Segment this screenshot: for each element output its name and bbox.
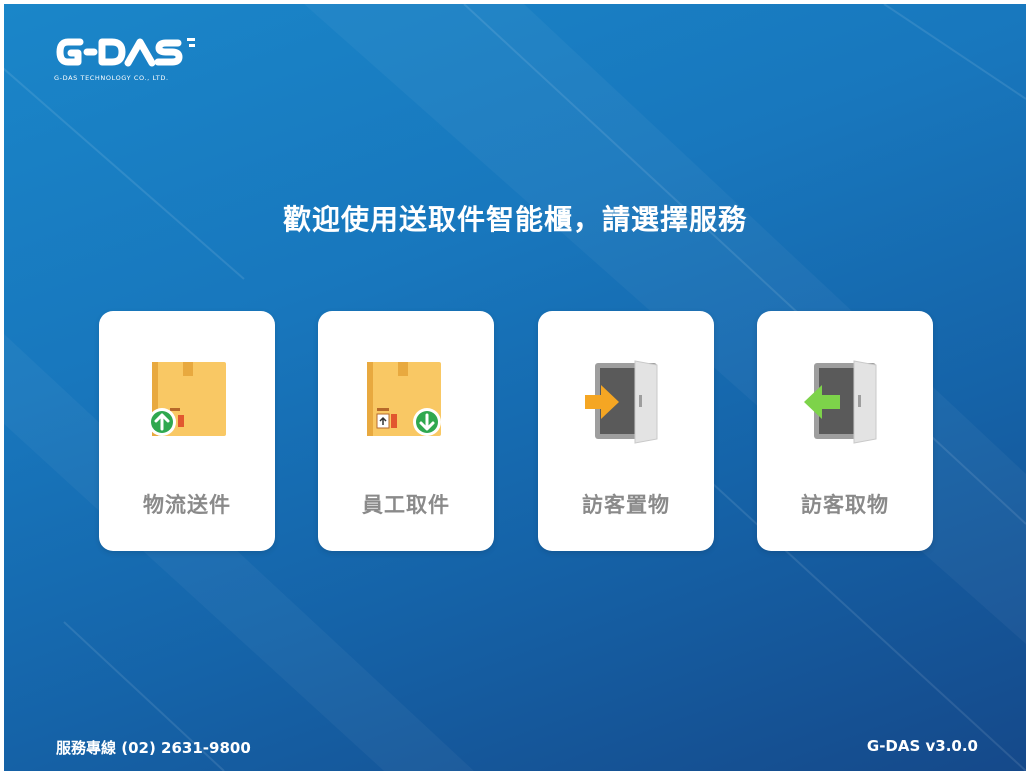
service-card-label: 訪客取物 — [801, 493, 889, 517]
service-card-label: 員工取件 — [362, 493, 450, 517]
version-label: G-DAS v3.0.0 — [866, 737, 978, 755]
kiosk-screen: G-DAS TECHNOLOGY CO., LTD. 歡迎使用送取件智能櫃，請選… — [4, 4, 1026, 771]
service-card-visitor-deposit[interactable]: 訪客置物 — [538, 311, 714, 551]
logo-tagline: G-DAS TECHNOLOGY CO., LTD. — [54, 74, 169, 82]
locker-deposit-icon — [585, 360, 658, 444]
locker-retrieve-icon — [804, 360, 877, 444]
logo-wordmark — [56, 38, 195, 67]
parcel-download-icon — [367, 362, 441, 436]
service-card-label: 物流送件 — [143, 493, 231, 517]
service-card-staff-pickup[interactable]: 員工取件 — [318, 311, 494, 551]
company-logo: G-DAS TECHNOLOGY CO., LTD. — [54, 34, 214, 90]
parcel-upload-icon — [148, 362, 226, 436]
service-card-label: 訪客置物 — [582, 493, 670, 517]
service-card-visitor-retrieve[interactable]: 訪客取物 — [757, 311, 933, 551]
page-title: 歡迎使用送取件智能櫃，請選擇服務 — [282, 203, 747, 236]
service-card-logistics-delivery[interactable]: 物流送件 — [99, 311, 275, 551]
service-hotline: 服務專線 (02) 2631-9800 — [56, 739, 251, 757]
